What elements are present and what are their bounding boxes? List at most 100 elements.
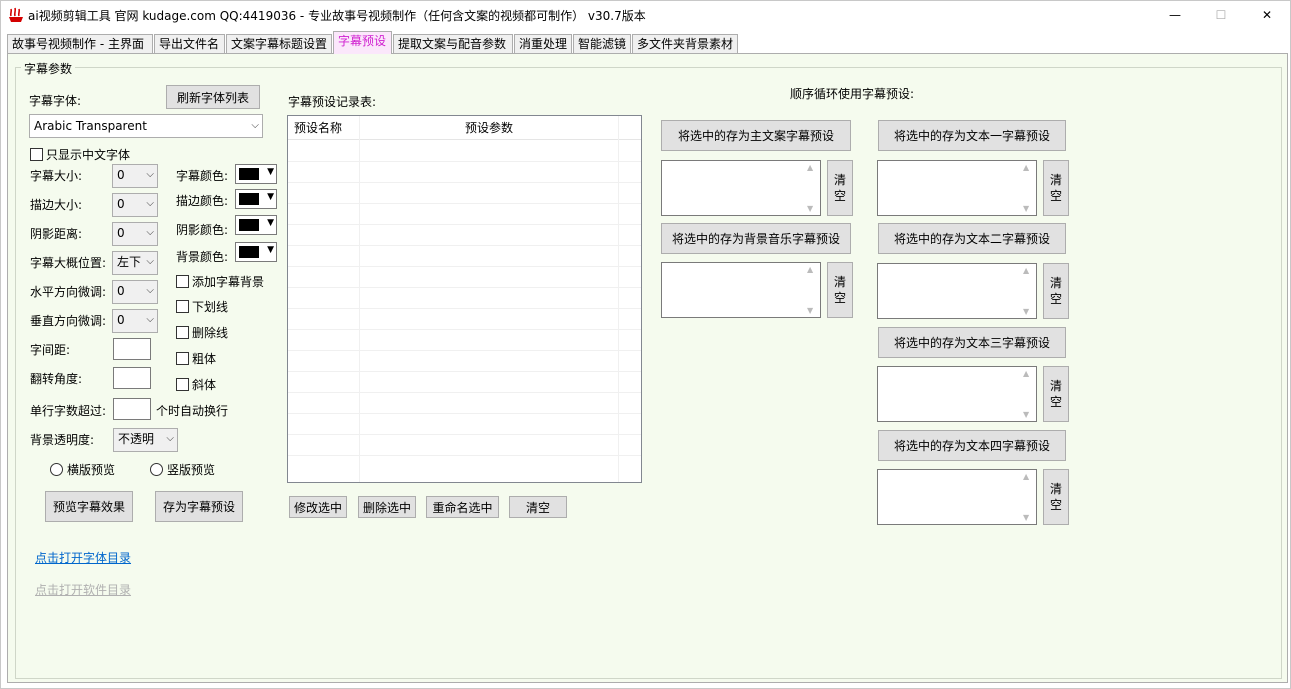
- col-preset-params[interactable]: 预设参数: [465, 116, 513, 140]
- stroke-color-picker[interactable]: ▼: [235, 189, 277, 209]
- scrollbar[interactable]: ▲ ▼: [1019, 264, 1036, 318]
- scrollbar[interactable]: ▲ ▼: [1019, 367, 1036, 421]
- underline-label: 下划线: [192, 300, 229, 314]
- maximize-button[interactable]: ☐: [1198, 1, 1244, 29]
- save-text3-preset-button[interactable]: 将选中的存为文本三字幕预设: [878, 327, 1066, 358]
- bg-color-picker[interactable]: ▼: [235, 242, 277, 262]
- font-select[interactable]: Arabic Transparent ⌵: [29, 114, 263, 138]
- scroll-up-icon: ▲: [1023, 163, 1030, 172]
- text1-preset-memo[interactable]: ▲ ▼: [877, 160, 1037, 216]
- grid-line: [288, 329, 641, 330]
- underline-checkbox[interactable]: 下划线: [176, 298, 228, 315]
- strike-checkbox[interactable]: 删除线: [176, 324, 228, 341]
- clear-char-top: 清: [833, 275, 846, 289]
- scrollbar[interactable]: ▲ ▼: [803, 161, 820, 215]
- dropdown-arrow-icon: ▼: [267, 167, 274, 177]
- strike-label: 删除线: [192, 326, 229, 340]
- grid-line: [288, 392, 641, 393]
- bg-color-label: 背景颜色:: [176, 250, 229, 264]
- title-bar: ai视频剪辑工具 官网 kudage.com QQ:4419036 - 专业故事…: [1, 1, 1290, 29]
- scroll-down-icon: ▼: [1023, 204, 1030, 213]
- grid-line: [288, 413, 641, 414]
- save-preset-button[interactable]: 存为字幕预设: [155, 491, 243, 522]
- vfine-select[interactable]: 0 ⌵: [112, 309, 158, 333]
- add-bg-checkbox[interactable]: 添加字幕背景: [176, 273, 264, 290]
- landscape-radio[interactable]: 横版预览: [50, 461, 115, 478]
- modify-selected-button[interactable]: 修改选中: [289, 496, 347, 518]
- grid-line: [288, 287, 641, 288]
- shadow-distance-select[interactable]: 0 ⌵: [112, 222, 158, 246]
- delete-selected-button[interactable]: 删除选中: [358, 496, 416, 518]
- opacity-select[interactable]: 不透明 ⌵: [113, 428, 178, 452]
- grid-line: [288, 245, 641, 246]
- grid-line: [288, 455, 641, 456]
- grid-line: [288, 182, 641, 183]
- col-preset-name[interactable]: 预设名称: [294, 116, 342, 140]
- preset-list[interactable]: 预设名称 预设参数: [287, 115, 642, 483]
- bold-checkbox[interactable]: 粗体: [176, 350, 216, 367]
- vfine-label: 垂直方向微调:: [30, 314, 107, 328]
- wrap-suffix-label: 个时自动换行: [156, 404, 229, 418]
- tab-export-filename[interactable]: 导出文件名: [154, 34, 225, 54]
- shadow-color-picker[interactable]: ▼: [235, 215, 277, 235]
- clear-char-bottom: 空: [833, 189, 846, 203]
- clear-text2-button[interactable]: 清空: [1043, 263, 1069, 319]
- clear-char-top: 清: [833, 173, 846, 187]
- save-text4-preset-button[interactable]: 将选中的存为文本四字幕预设: [878, 430, 1066, 461]
- portrait-radio[interactable]: 竖版预览: [150, 461, 215, 478]
- refresh-fonts-button[interactable]: 刷新字体列表: [166, 85, 260, 109]
- vfine-value: 0: [117, 313, 125, 327]
- clear-main-button[interactable]: 清空: [827, 160, 853, 216]
- tab-subtitle-presets[interactable]: 字幕预设: [333, 31, 392, 54]
- clear-text3-button[interactable]: 清空: [1043, 366, 1069, 422]
- clear-text1-button[interactable]: 清空: [1043, 160, 1069, 216]
- tab-smart-filter[interactable]: 智能滤镜: [573, 34, 631, 54]
- wrap-count-input[interactable]: [113, 398, 151, 420]
- tab-text-subtitle-settings[interactable]: 文案字幕标题设置: [226, 34, 332, 54]
- preview-subtitle-button[interactable]: 预览字幕效果: [45, 491, 133, 522]
- tab-multi-folder-bg[interactable]: 多文件夹背景素材: [632, 34, 738, 54]
- italic-checkbox[interactable]: 斜体: [176, 376, 216, 393]
- text3-preset-memo[interactable]: ▲ ▼: [877, 366, 1037, 422]
- clear-bgm-button[interactable]: 清空: [827, 262, 853, 318]
- text4-preset-memo[interactable]: ▲ ▼: [877, 469, 1037, 525]
- stroke-size-label: 描边大小:: [30, 198, 83, 212]
- chevron-down-icon: ⌵: [146, 314, 154, 325]
- text2-preset-memo[interactable]: ▲ ▼: [877, 263, 1037, 319]
- tab-main[interactable]: 故事号视频制作 - 主界面: [7, 34, 153, 54]
- color-swatch: [239, 168, 259, 180]
- spacing-input[interactable]: [113, 338, 151, 360]
- scrollbar[interactable]: ▲ ▼: [1019, 161, 1036, 215]
- stroke-size-select[interactable]: 0 ⌵: [112, 193, 158, 217]
- scrollbar[interactable]: ▲ ▼: [1019, 470, 1036, 524]
- grid-line: [288, 224, 641, 225]
- tab-dedupe[interactable]: 消重处理: [514, 34, 572, 54]
- clear-records-button[interactable]: 清空: [509, 496, 567, 518]
- bgm-preset-memo[interactable]: ▲ ▼: [661, 262, 821, 318]
- only-chinese-checkbox[interactable]: 只显示中文字体: [30, 146, 130, 163]
- clear-char-top: 清: [1049, 379, 1062, 393]
- scrollbar[interactable]: ▲ ▼: [803, 263, 820, 317]
- rename-selected-button[interactable]: 重命名选中: [426, 496, 499, 518]
- hfine-select[interactable]: 0 ⌵: [112, 280, 158, 304]
- cycle-title: 顺序循环使用字幕预设:: [790, 87, 915, 101]
- sub-color-picker[interactable]: ▼: [235, 164, 277, 184]
- color-swatch: [239, 246, 259, 258]
- size-select[interactable]: 0 ⌵: [112, 164, 158, 188]
- tab-extract-dubbing[interactable]: 提取文案与配音参数: [393, 34, 513, 54]
- main-preset-memo[interactable]: ▲ ▼: [661, 160, 821, 216]
- save-text1-preset-button[interactable]: 将选中的存为文本一字幕预设: [878, 120, 1066, 151]
- open-font-dir-link[interactable]: 点击打开字体目录: [35, 549, 131, 566]
- minimize-button[interactable]: —: [1152, 1, 1198, 29]
- rotate-input[interactable]: [113, 367, 151, 389]
- stroke-value: 0: [117, 197, 125, 211]
- save-text2-preset-button[interactable]: 将选中的存为文本二字幕预设: [878, 223, 1066, 254]
- save-main-preset-button[interactable]: 将选中的存为主文案字幕预设: [661, 120, 851, 151]
- close-button[interactable]: ✕: [1244, 1, 1290, 29]
- open-app-dir-link[interactable]: 点击打开软件目录: [35, 581, 131, 598]
- save-bgm-preset-button[interactable]: 将选中的存为背景音乐字幕预设: [661, 223, 851, 254]
- radio-circle: [150, 463, 163, 476]
- clear-text4-button[interactable]: 清空: [1043, 469, 1069, 525]
- position-select[interactable]: 左下 ⌵: [112, 251, 158, 275]
- group-title: 字幕参数: [21, 60, 76, 77]
